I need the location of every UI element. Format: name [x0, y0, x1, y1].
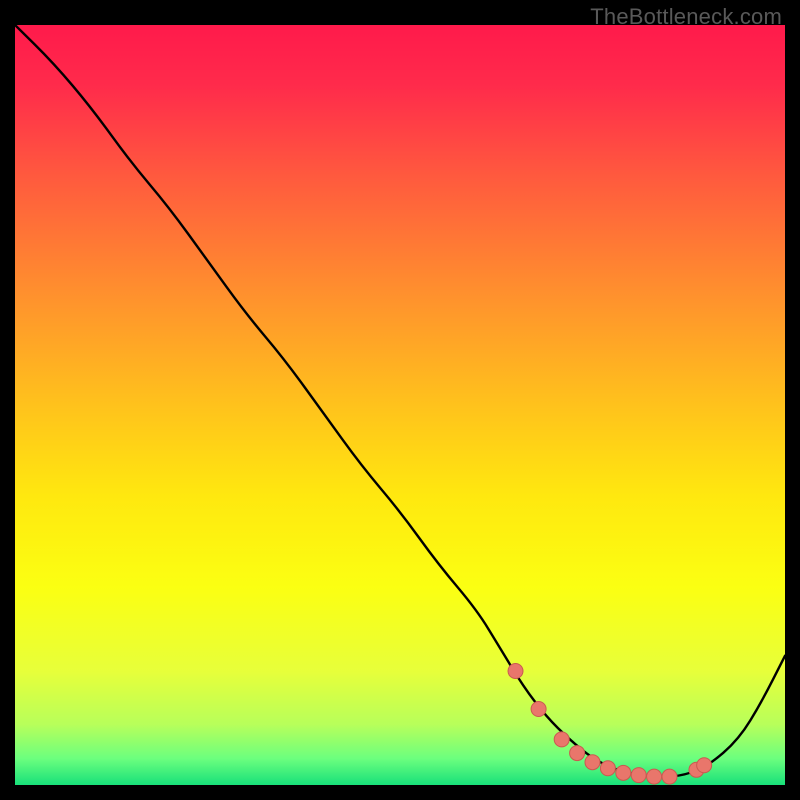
marker-dot — [585, 755, 600, 770]
chart-frame — [15, 25, 785, 785]
bottleneck-chart — [15, 25, 785, 785]
marker-dot — [662, 769, 677, 784]
gradient-background — [15, 25, 785, 785]
marker-dot — [508, 664, 523, 679]
marker-dot — [697, 758, 712, 773]
marker-dot — [616, 765, 631, 780]
marker-dot — [531, 702, 546, 717]
marker-dot — [570, 746, 585, 761]
marker-dot — [647, 769, 662, 784]
marker-dot — [600, 761, 615, 776]
marker-dot — [554, 732, 569, 747]
marker-dot — [631, 768, 646, 783]
